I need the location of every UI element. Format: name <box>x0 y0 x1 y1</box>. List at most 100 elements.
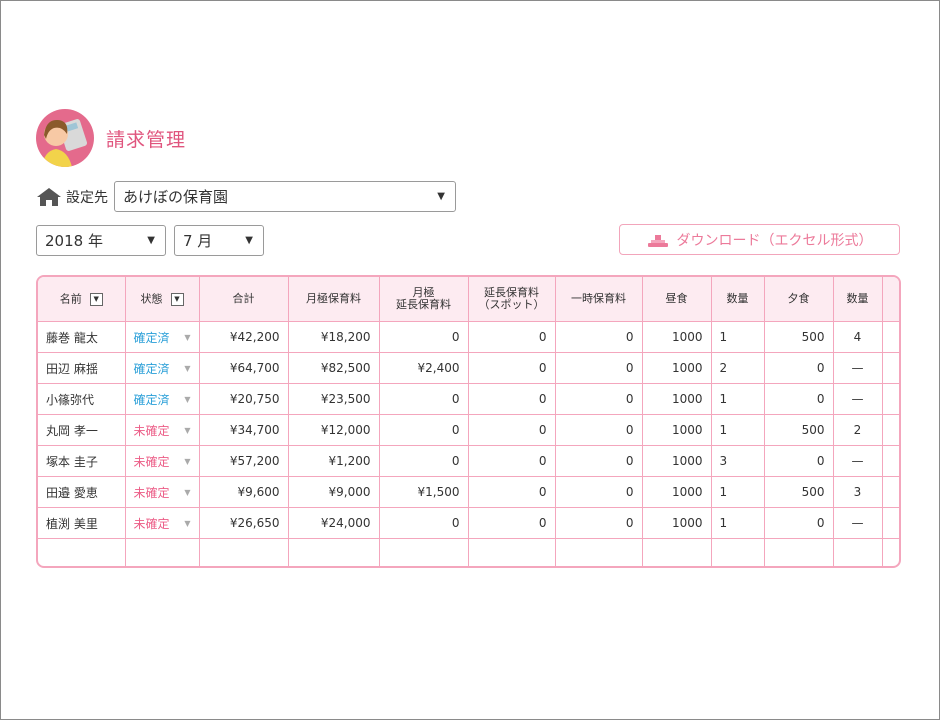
table-row[interactable]: 塚本 圭子 未確定 ▼ ¥57,200 ¥1,200 0 0 0 1000 3 0— <box>38 445 899 477</box>
col-header-dinner-qty: 数量 <box>833 277 883 322</box>
col-header-monthly: 月極保育料 <box>288 277 380 322</box>
cell-status[interactable]: 未確定 ▼ <box>125 476 200 508</box>
chevron-down-icon: ▼ <box>245 235 253 246</box>
billing-table: 名前 ▼ 状態 ▼ 合計 月極保育料 月極 延長保育料 延長保育料 （スポット） 一時保… <box>36 275 901 568</box>
col-header-monthly-ext: 月極 延長保育料 <box>379 277 469 322</box>
cell-dinner: 0 <box>764 352 834 384</box>
cell-name: 丸岡 孝一 <box>38 414 126 446</box>
cell-empty <box>642 538 712 566</box>
chevron-down-icon: ▼ <box>184 456 191 466</box>
month-select-value: 7 月 <box>183 232 213 250</box>
cell-empty <box>125 538 200 566</box>
facility-select[interactable]: あけぼの保育園 ▼ <box>114 181 456 212</box>
cell-spot-ext: 0 <box>468 445 556 477</box>
cell-status[interactable]: 確定済 ▼ <box>125 383 200 415</box>
chevron-down-icon: ▼ <box>147 235 155 246</box>
filter-dropdown-icon[interactable]: ▼ <box>89 292 103 306</box>
year-select[interactable]: 2018 年 ▼ <box>36 225 166 256</box>
cell-empty <box>379 538 469 566</box>
status-dropdown[interactable]: 確定済 ▼ <box>134 360 191 377</box>
table-row[interactable]: 田辺 麻揺 確定済 ▼ ¥64,700 ¥82,500 ¥2,400 0 0 1000 2 0— <box>38 352 899 384</box>
cell-status[interactable]: 未確定 ▼ <box>125 414 200 446</box>
filter-dropdown-icon[interactable]: ▼ <box>170 292 184 306</box>
download-icon <box>647 234 668 247</box>
cell-dinner: 0 <box>764 383 834 415</box>
status-badge: 未確定 <box>133 454 170 469</box>
cell-monthly: ¥18,200 <box>288 321 380 353</box>
status-badge: 確定済 <box>133 392 170 407</box>
month-select[interactable]: 7 月 ▼ <box>174 225 264 256</box>
col-header-name-label: 名前 <box>59 292 82 305</box>
chevron-down-icon: ▼ <box>184 394 191 404</box>
cell-lunch: 1000 <box>642 507 712 539</box>
cell-lunch-qty: 1 <box>711 383 765 415</box>
cell-dinner-qty: — <box>833 352 883 384</box>
table-row[interactable]: 田邉 愛恵 未確定 ▼ ¥9,600 ¥9,000 ¥1,500 0 0 1000 1 500 3 <box>38 476 899 508</box>
cell-dinner: 500 <box>764 414 834 446</box>
cell-empty <box>468 538 556 566</box>
download-button-label: ダウンロード（エクセル形式） <box>676 232 873 249</box>
table-header-row: 名前 ▼ 状態 ▼ 合計 月極保育料 月極 延長保育料 延長保育料 （スポット） 一時保… <box>38 277 899 322</box>
col-header-dinner: 夕食 <box>764 277 834 322</box>
cell-total: ¥42,200 <box>199 321 289 353</box>
cell-dinner: 0 <box>764 445 834 477</box>
table-row[interactable]: 丸岡 孝一 未確定 ▼ ¥34,700 ¥12,000 0 0 0 1000 1 500 2 <box>38 414 899 446</box>
cell-status[interactable]: 確定済 ▼ <box>125 352 200 384</box>
col-header-temporary: 一時保育料 <box>555 277 643 322</box>
cell-dinner-qty: — <box>833 507 883 539</box>
cell-empty <box>882 539 899 567</box>
cell-spot-ext: 0 <box>468 507 556 539</box>
cell-lunch: 1000 <box>642 476 712 508</box>
cell-lunch: 1000 <box>642 414 712 446</box>
status-dropdown[interactable]: 未確定 ▼ <box>134 453 191 470</box>
page-title: 請求管理 <box>106 128 187 151</box>
status-badge: 確定済 <box>133 361 170 376</box>
cell-monthly: ¥82,500 <box>288 352 380 384</box>
cell-spot-ext: 0 <box>468 383 556 415</box>
status-dropdown[interactable]: 確定済 ▼ <box>134 391 191 408</box>
table-row[interactable]: 小篠弥代 確定済 ▼ ¥20,750 ¥23,500 0 0 0 1000 1 0— <box>38 383 899 415</box>
chevron-down-icon: ▼ <box>184 425 191 435</box>
cell-name: 田辺 麻揺 <box>38 352 126 384</box>
cell-total: ¥9,600 <box>199 476 289 508</box>
col-header-monthly-ext-line2: 延長保育料 <box>396 298 451 311</box>
table-row[interactable]: 植渕 美里 未確定 ▼ ¥26,650 ¥24,000 0 0 0 1000 1 0— <box>38 507 899 539</box>
cell-spot-ext: 0 <box>468 414 556 446</box>
cell-status[interactable]: 未確定 ▼ <box>125 445 200 477</box>
cell-monthly-ext: ¥1,500 <box>379 476 469 508</box>
cell-spacer <box>882 445 899 477</box>
cell-temporary: 0 <box>555 445 643 477</box>
status-dropdown[interactable]: 未確定 ▼ <box>134 422 191 439</box>
cell-empty <box>833 538 883 566</box>
cell-status[interactable]: 確定済 ▼ <box>125 321 200 353</box>
col-header-name[interactable]: 名前 ▼ <box>38 277 126 322</box>
cell-name: 小篠弥代 <box>38 383 126 415</box>
cell-lunch-qty: 1 <box>711 414 765 446</box>
status-dropdown[interactable]: 確定済 ▼ <box>134 329 191 346</box>
chevron-down-icon: ▼ <box>437 191 445 202</box>
status-dropdown[interactable]: 未確定 ▼ <box>134 515 191 532</box>
status-badge: 確定済 <box>133 330 170 345</box>
cell-empty <box>555 538 643 566</box>
cell-temporary: 0 <box>555 507 643 539</box>
cell-monthly: ¥1,200 <box>288 445 380 477</box>
chevron-down-icon: ▼ <box>184 363 191 373</box>
cell-dinner: 500 <box>764 476 834 508</box>
cell-empty <box>199 538 289 566</box>
cell-total: ¥20,750 <box>199 383 289 415</box>
cell-status[interactable]: 未確定 ▼ <box>125 507 200 539</box>
cell-name: 田邉 愛恵 <box>38 476 126 508</box>
download-excel-button[interactable]: ダウンロード（エクセル形式） <box>619 224 900 255</box>
cell-spot-ext: 0 <box>468 476 556 508</box>
cell-temporary: 0 <box>555 476 643 508</box>
col-header-status[interactable]: 状態 ▼ <box>125 277 200 322</box>
facility-select-value: あけぼの保育園 <box>123 188 229 206</box>
col-header-spot-ext: 延長保育料 （スポット） <box>468 277 556 322</box>
status-dropdown[interactable]: 未確定 ▼ <box>134 484 191 501</box>
cell-dinner-qty: 2 <box>833 414 883 446</box>
table-row[interactable]: 藤巻 龍太 確定済 ▼ ¥42,200 ¥18,200 0 0 0 1000 1 500 4 <box>38 321 899 353</box>
facility-row: 設定先 あけぼの保育園 ▼ <box>36 181 456 212</box>
cell-spacer <box>882 321 899 353</box>
cell-temporary: 0 <box>555 414 643 446</box>
cell-lunch-qty: 1 <box>711 507 765 539</box>
